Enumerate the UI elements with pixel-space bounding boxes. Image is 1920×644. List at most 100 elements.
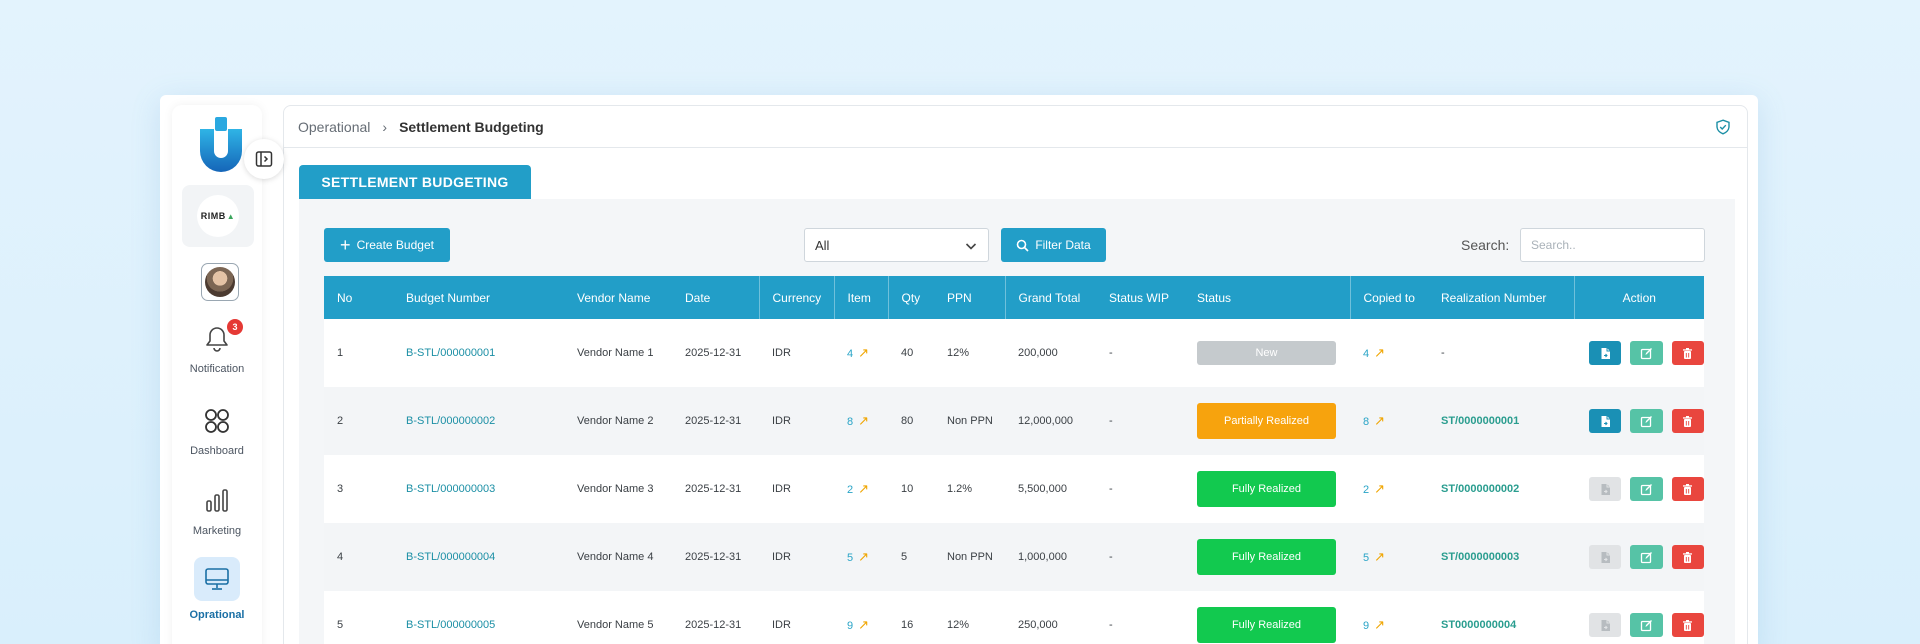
edit-button[interactable] xyxy=(1630,613,1663,637)
item-count-link[interactable]: 8 xyxy=(847,416,853,428)
delete-button[interactable] xyxy=(1671,545,1704,569)
document-button[interactable] xyxy=(1589,409,1622,433)
column-header-ppn[interactable]: PPN xyxy=(934,276,1006,319)
cell-grand-total: 1,000,000 xyxy=(1005,523,1096,591)
cell-item: 8 ↗ xyxy=(834,387,888,455)
column-header-no[interactable]: No xyxy=(324,276,393,319)
column-header-item[interactable]: Item xyxy=(834,276,889,319)
status-filter-select[interactable]: All xyxy=(804,228,989,262)
create-budget-label: Create Budget xyxy=(356,238,434,252)
cell-actions xyxy=(1574,455,1704,523)
delete-button[interactable] xyxy=(1671,613,1704,637)
arrow-up-right-icon[interactable]: ↗ xyxy=(1374,481,1385,496)
tab-settlement-budgeting[interactable]: SETTLEMENT BUDGETING xyxy=(299,165,531,199)
edit-button[interactable] xyxy=(1630,477,1663,501)
delete-button[interactable] xyxy=(1671,477,1704,501)
cell-vendor-name: Vendor Name 4 xyxy=(564,523,672,591)
user-avatar[interactable] xyxy=(201,263,239,301)
column-header-grand-total[interactable]: Grand Total xyxy=(1005,276,1096,319)
arrow-up-right-icon[interactable]: ↗ xyxy=(1374,617,1385,632)
cell-ppn: 1.2% xyxy=(934,455,1005,523)
realization-number-link: - xyxy=(1441,347,1445,359)
cell-vendor-name: Vendor Name 5 xyxy=(564,591,672,644)
sidebar-item-marketing[interactable]: Marketing xyxy=(172,485,262,537)
budget-number-link[interactable]: B-STL/000000004 xyxy=(406,551,495,563)
shield-check-icon[interactable] xyxy=(1715,119,1731,135)
filter-data-button[interactable]: Filter Data xyxy=(1001,228,1106,262)
column-header-currency[interactable]: Currency xyxy=(759,276,835,319)
delete-button[interactable] xyxy=(1671,341,1704,365)
table-header-row: No Budget Number Vendor Name Date Curren… xyxy=(324,276,1704,319)
item-count-link[interactable]: 9 xyxy=(847,620,853,632)
bar-chart-icon xyxy=(206,489,228,512)
document-button[interactable] xyxy=(1589,341,1622,365)
cell-copied-to: 2 ↗ xyxy=(1350,455,1428,523)
realization-number-link[interactable]: ST0000000004 xyxy=(1441,619,1516,631)
cell-no: 5 xyxy=(324,591,393,644)
breadcrumb: Operational › Settlement Budgeting xyxy=(284,106,1747,148)
budget-number-link[interactable]: B-STL/000000005 xyxy=(406,619,495,631)
realization-number-link[interactable]: ST/0000000002 xyxy=(1441,483,1519,495)
cell-date: 2025-12-31 xyxy=(672,387,759,455)
cell-currency: IDR xyxy=(759,455,834,523)
column-header-date[interactable]: Date xyxy=(672,276,760,319)
sidebar-toggle-button[interactable] xyxy=(244,139,284,179)
cell-item: 4 ↗ xyxy=(834,319,888,387)
copied-count-link[interactable]: 8 xyxy=(1363,416,1369,428)
budget-number-link[interactable]: B-STL/000000001 xyxy=(406,347,495,359)
column-header-realization-number[interactable]: Realization Number xyxy=(1428,276,1575,319)
column-header-qty[interactable]: Qty xyxy=(888,276,934,319)
search-input[interactable] xyxy=(1520,228,1705,262)
cell-date: 2025-12-31 xyxy=(672,591,759,644)
realization-number-link[interactable]: ST/0000000001 xyxy=(1441,415,1519,427)
edit-button[interactable] xyxy=(1630,545,1663,569)
column-header-status-wip[interactable]: Status WIP xyxy=(1096,276,1184,319)
copied-count-link[interactable]: 5 xyxy=(1363,552,1369,564)
copied-count-link[interactable]: 4 xyxy=(1363,348,1369,360)
sidebar-item-oprational[interactable]: Oprational xyxy=(172,557,262,621)
cell-copied-to: 9 ↗ xyxy=(1350,591,1428,644)
active-indicator xyxy=(194,557,240,601)
cell-status-wip: - xyxy=(1096,319,1184,387)
edit-button[interactable] xyxy=(1630,341,1663,365)
item-count-link[interactable]: 5 xyxy=(847,552,853,564)
column-header-copied-to[interactable]: Copied to xyxy=(1350,276,1428,319)
budget-number-link[interactable]: B-STL/000000003 xyxy=(406,483,495,495)
cell-ppn: Non PPN xyxy=(934,523,1005,591)
item-count-link[interactable]: 2 xyxy=(847,484,853,496)
grid-icon xyxy=(205,409,229,433)
company-logo: RIMB ▲ xyxy=(197,195,239,237)
arrow-up-right-icon[interactable]: ↗ xyxy=(858,345,869,360)
arrow-up-right-icon[interactable]: ↗ xyxy=(1374,413,1385,428)
realization-number-link[interactable]: ST/0000000003 xyxy=(1441,551,1519,563)
cell-date: 2025-12-31 xyxy=(672,455,759,523)
cell-vendor-name: Vendor Name 2 xyxy=(564,387,672,455)
arrow-up-right-icon[interactable]: ↗ xyxy=(858,481,869,496)
document-icon xyxy=(1601,483,1610,495)
delete-button[interactable] xyxy=(1671,409,1704,433)
arrow-up-right-icon[interactable]: ↗ xyxy=(858,617,869,632)
cell-no: 3 xyxy=(324,455,393,523)
arrow-up-right-icon[interactable]: ↗ xyxy=(858,549,869,564)
status-badge: Partially Realized xyxy=(1197,403,1336,439)
create-budget-button[interactable]: + Create Budget xyxy=(324,228,450,262)
breadcrumb-parent[interactable]: Operational xyxy=(298,119,370,135)
column-header-status[interactable]: Status xyxy=(1184,276,1351,319)
copied-count-link[interactable]: 9 xyxy=(1363,620,1369,632)
column-header-vendor-name[interactable]: Vendor Name xyxy=(564,276,672,319)
item-count-link[interactable]: 4 xyxy=(847,348,853,360)
budget-number-link[interactable]: B-STL/000000002 xyxy=(406,415,495,427)
arrow-up-right-icon[interactable]: ↗ xyxy=(858,413,869,428)
cell-actions xyxy=(1574,319,1704,387)
edit-button[interactable] xyxy=(1630,409,1663,433)
sidebar-item-notification[interactable]: 3 Notification xyxy=(172,319,262,375)
copied-count-link[interactable]: 2 xyxy=(1363,484,1369,496)
cell-actions xyxy=(1574,523,1704,591)
status-badge: Fully Realized xyxy=(1197,471,1336,507)
arrow-up-right-icon[interactable]: ↗ xyxy=(1374,345,1385,360)
document-icon xyxy=(1601,619,1610,631)
sidebar-item-dashboard[interactable]: Dashboard xyxy=(172,405,262,457)
arrow-up-right-icon[interactable]: ↗ xyxy=(1374,549,1385,564)
column-header-budget-number[interactable]: Budget Number xyxy=(393,276,564,319)
company-switcher[interactable]: RIMB ▲ xyxy=(182,185,254,247)
